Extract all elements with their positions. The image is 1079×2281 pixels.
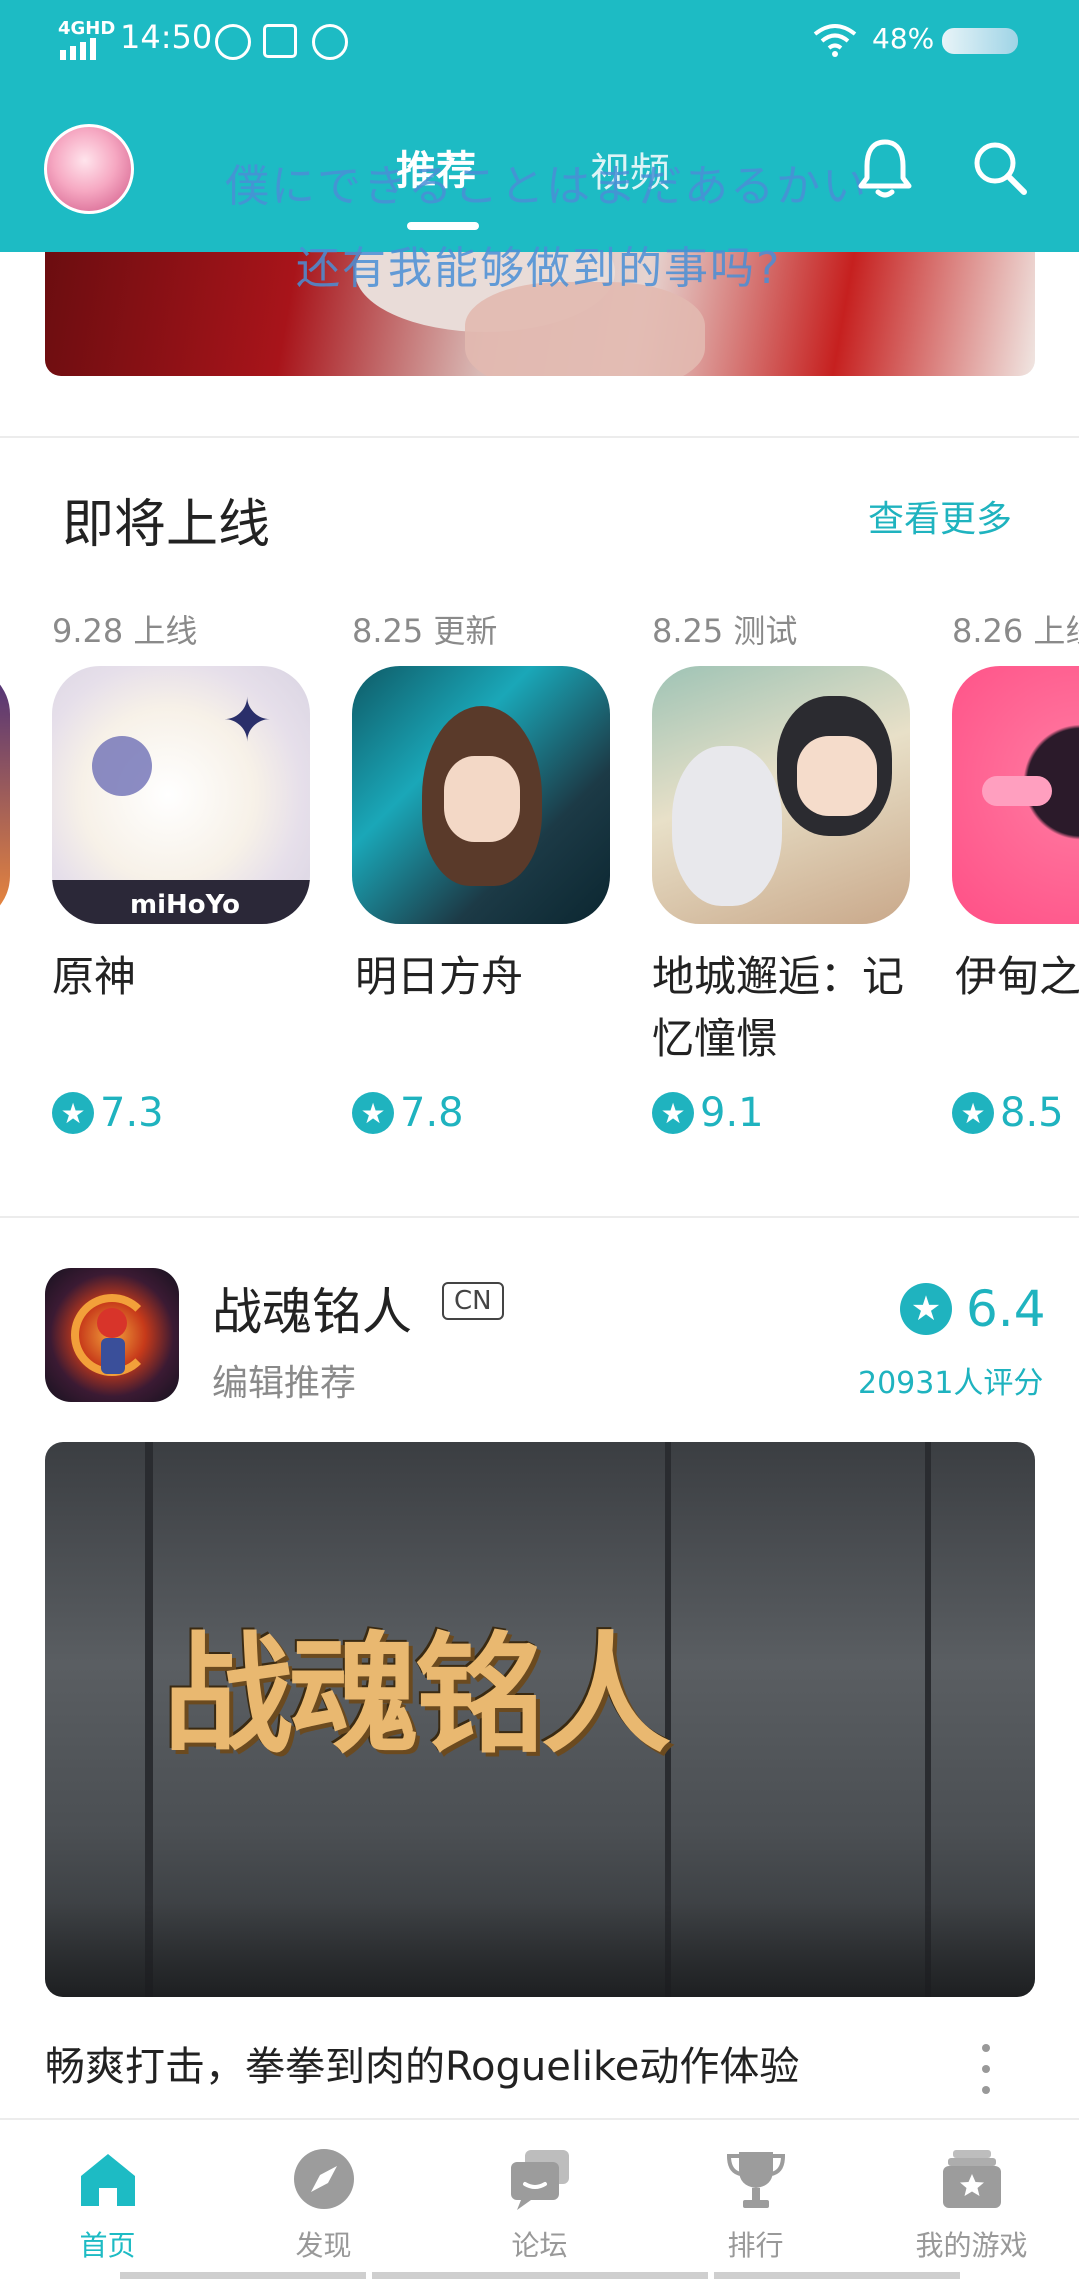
nav-item-forum[interactable]: 论坛 (432, 2146, 647, 2264)
featured-description[interactable]: 畅爽打击，拳拳到肉的Roguelike动作体验 (45, 2034, 799, 2092)
compass-icon (293, 2149, 354, 2209)
nav-item-my-games[interactable]: 我的游戏 (864, 2146, 1079, 2264)
app-name[interactable]: 伊甸之 (955, 946, 1079, 1008)
star-icon: ★ (352, 1092, 394, 1134)
notification-app-icon (215, 24, 251, 60)
rating-count: 20931人评分 (858, 1366, 1044, 1401)
gesture-bar (372, 2272, 708, 2279)
app-release-date: 9.28 上线 (52, 612, 198, 650)
bottom-navigation: 首页 发现 论坛 排行 我的游戏 (0, 2118, 1079, 2281)
star-icon: ★ (952, 1092, 994, 1134)
floating-lyric-line-1: 僕にできることはまだあるかい (225, 161, 869, 212)
nav-item-home[interactable]: 首页 (0, 2146, 215, 2264)
app-name[interactable]: 原神 (52, 946, 312, 1008)
game-logo-text: 战魂铭人 (163, 1618, 671, 1771)
app-icon-wrap[interactable] (952, 666, 1079, 924)
gesture-bar (120, 2272, 366, 2279)
avatar[interactable] (44, 124, 134, 214)
home-icon (80, 2154, 135, 2206)
app-rating: ★ 8.5 (952, 1090, 1064, 1136)
game-box-star-icon (942, 2150, 1001, 2208)
wifi-icon (813, 24, 857, 57)
featured-game-title[interactable]: 战魂铭人 (212, 1272, 412, 1344)
rating-value: 9.1 (700, 1090, 764, 1136)
app-icon[interactable] (0, 666, 10, 924)
search-icon[interactable] (970, 138, 1030, 198)
featured-subtitle: 编辑推荐 (212, 1363, 357, 1404)
app-rating: ★ 9.1 (652, 1090, 764, 1136)
featured-rating: ★ 6.4 (900, 1280, 1046, 1338)
app-name[interactable]: 地城邂逅：记忆憧憬 (652, 946, 912, 1070)
network-indicator: 4GHD (58, 18, 116, 39)
gesture-bar (714, 2272, 960, 2279)
app-icon-danmachi[interactable] (652, 666, 910, 924)
chat-bubbles-icon (510, 2150, 569, 2210)
star-icon: ★ (52, 1092, 94, 1134)
featured-game-image[interactable]: 战魂铭人 (45, 1442, 1035, 1997)
app-rating: ★ 7.8 (352, 1090, 464, 1136)
nav-item-ranking[interactable]: 排行 (648, 2146, 863, 2264)
battery-percent: 48% (872, 22, 935, 55)
nav-item-discover[interactable]: 发现 (216, 2146, 431, 2264)
floating-lyric-line-2: 还有我能够做到的事吗? (296, 243, 782, 294)
nav-label: 论坛 (511, 2229, 568, 2262)
battery-icon (942, 28, 1018, 54)
notification-app-icon (312, 24, 348, 60)
rating-value: 7.8 (400, 1090, 464, 1136)
rating-value: 8.5 (1000, 1090, 1064, 1136)
region-badge: CN (442, 1282, 504, 1320)
app-release-date-wrap: 8.26 上线 (952, 606, 1079, 656)
star-icon: ★ (652, 1092, 694, 1134)
rating-value: 6.4 (966, 1280, 1046, 1338)
app-icon-eden[interactable] (952, 666, 1079, 924)
star-icon: ★ (900, 1283, 952, 1335)
section-divider (0, 1216, 1079, 1218)
nav-label: 发现 (295, 2229, 352, 2262)
app-name-wrap[interactable]: 伊甸之 (955, 946, 1079, 1016)
section-title-coming-soon: 即将上线 (62, 495, 271, 555)
featured-app-icon[interactable] (45, 1268, 179, 1402)
app-release-date: 8.25 更新 (352, 612, 498, 650)
nav-label: 排行 (727, 2229, 784, 2262)
view-more-link[interactable]: 查看更多 (868, 490, 1012, 542)
nav-label: 首页 (79, 2229, 136, 2262)
app-icon-genshin[interactable]: ✦ miHoYo (52, 666, 310, 924)
trophy-icon (726, 2152, 785, 2208)
more-options-icon[interactable] (980, 2044, 992, 2094)
signal-icon (60, 38, 96, 60)
app-icon-arknights[interactable] (352, 666, 610, 924)
nav-label: 我的游戏 (915, 2229, 1028, 2262)
bell-icon[interactable] (856, 136, 914, 200)
rating-value: 7.3 (100, 1090, 164, 1136)
app-name[interactable]: 明日方舟 (355, 946, 615, 1008)
app-release-date: 8.26 上线 (952, 612, 1079, 650)
section-divider (0, 436, 1079, 438)
top-bar: 4GHD 14:50 48% 推荐 视频 僕にできることはまだあるかい (0, 0, 1079, 252)
active-tab-indicator (407, 222, 479, 230)
app-release-date: 8.25 测试 (652, 612, 798, 650)
brand-label: miHoYo (130, 890, 240, 920)
clock: 14:50 (120, 18, 213, 56)
notification-app-icon (263, 24, 297, 58)
app-rating: ★ 7.3 (52, 1090, 164, 1136)
